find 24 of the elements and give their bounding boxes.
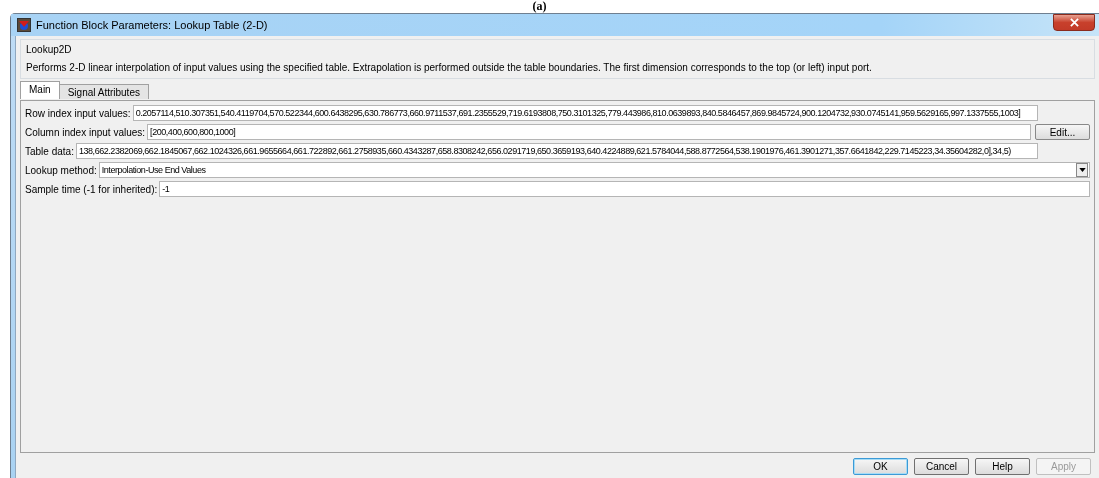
dialog-button[interactable]: Help [975,458,1030,475]
edit-button[interactable]: Edit... [1035,124,1090,140]
input-field[interactable]: -1 [159,181,1090,197]
dialog-button[interactable]: OK [853,458,908,475]
dialog-button[interactable]: Cancel [914,458,969,475]
block-description: Performs 2-D linear interpolation of input values using the specified table. Extrapolation is performed outside the table boundaries. The first dimension corresponds to the top (or left) input port. [26,62,873,73]
close-button[interactable] [1053,14,1095,31]
dropdown[interactable]: Interpolation-Use End Values [98,162,1090,178]
input-field[interactable]: [200,400,600,800,1000] [147,124,1031,140]
figure-caption: (a) [532,0,547,13]
tab[interactable]: Main [20,81,60,99]
parameter-label: Table data: [25,145,74,157]
close-icon [1069,18,1079,27]
block-name: Lookup2D [26,44,73,55]
parameter-label: Column index input values: [25,126,146,138]
dropdown-arrow-icon [1078,168,1086,172]
input-field[interactable]: 0.2057114,510.307351,540.4119704,570.522344,600.6438295,630.786773,660.9711537,691.2355529,719.6193808,750.3101325,779.443986,810.0639893,840.5846457,869.9845724,900.1204732,930.0745141,959.5629165,997.1337555,1003] [132,105,1038,121]
tab[interactable]: Signal Attributes [58,84,149,99]
window-title: Function Block Parameters: Lookup Table (2-D) [36,19,268,31]
parameter-label: Lookup method: [25,164,97,176]
parameter-label: Sample time (-1 for inherited): [25,183,158,195]
input-field[interactable]: 138,662.2382069,662.1845067,662.1024326,661.9655664,661.722892,661.2758935,660.4343287,658.8308242,656.0291719,650.3659193,640.4224889,621.5784044,588.8772564,538.1901976,461.3901271,357.6641842,229.7145223,34.35604282,0],34,5) [75,143,1038,159]
app-icon [17,18,31,32]
parameter-label: Row index input values: [25,107,131,119]
